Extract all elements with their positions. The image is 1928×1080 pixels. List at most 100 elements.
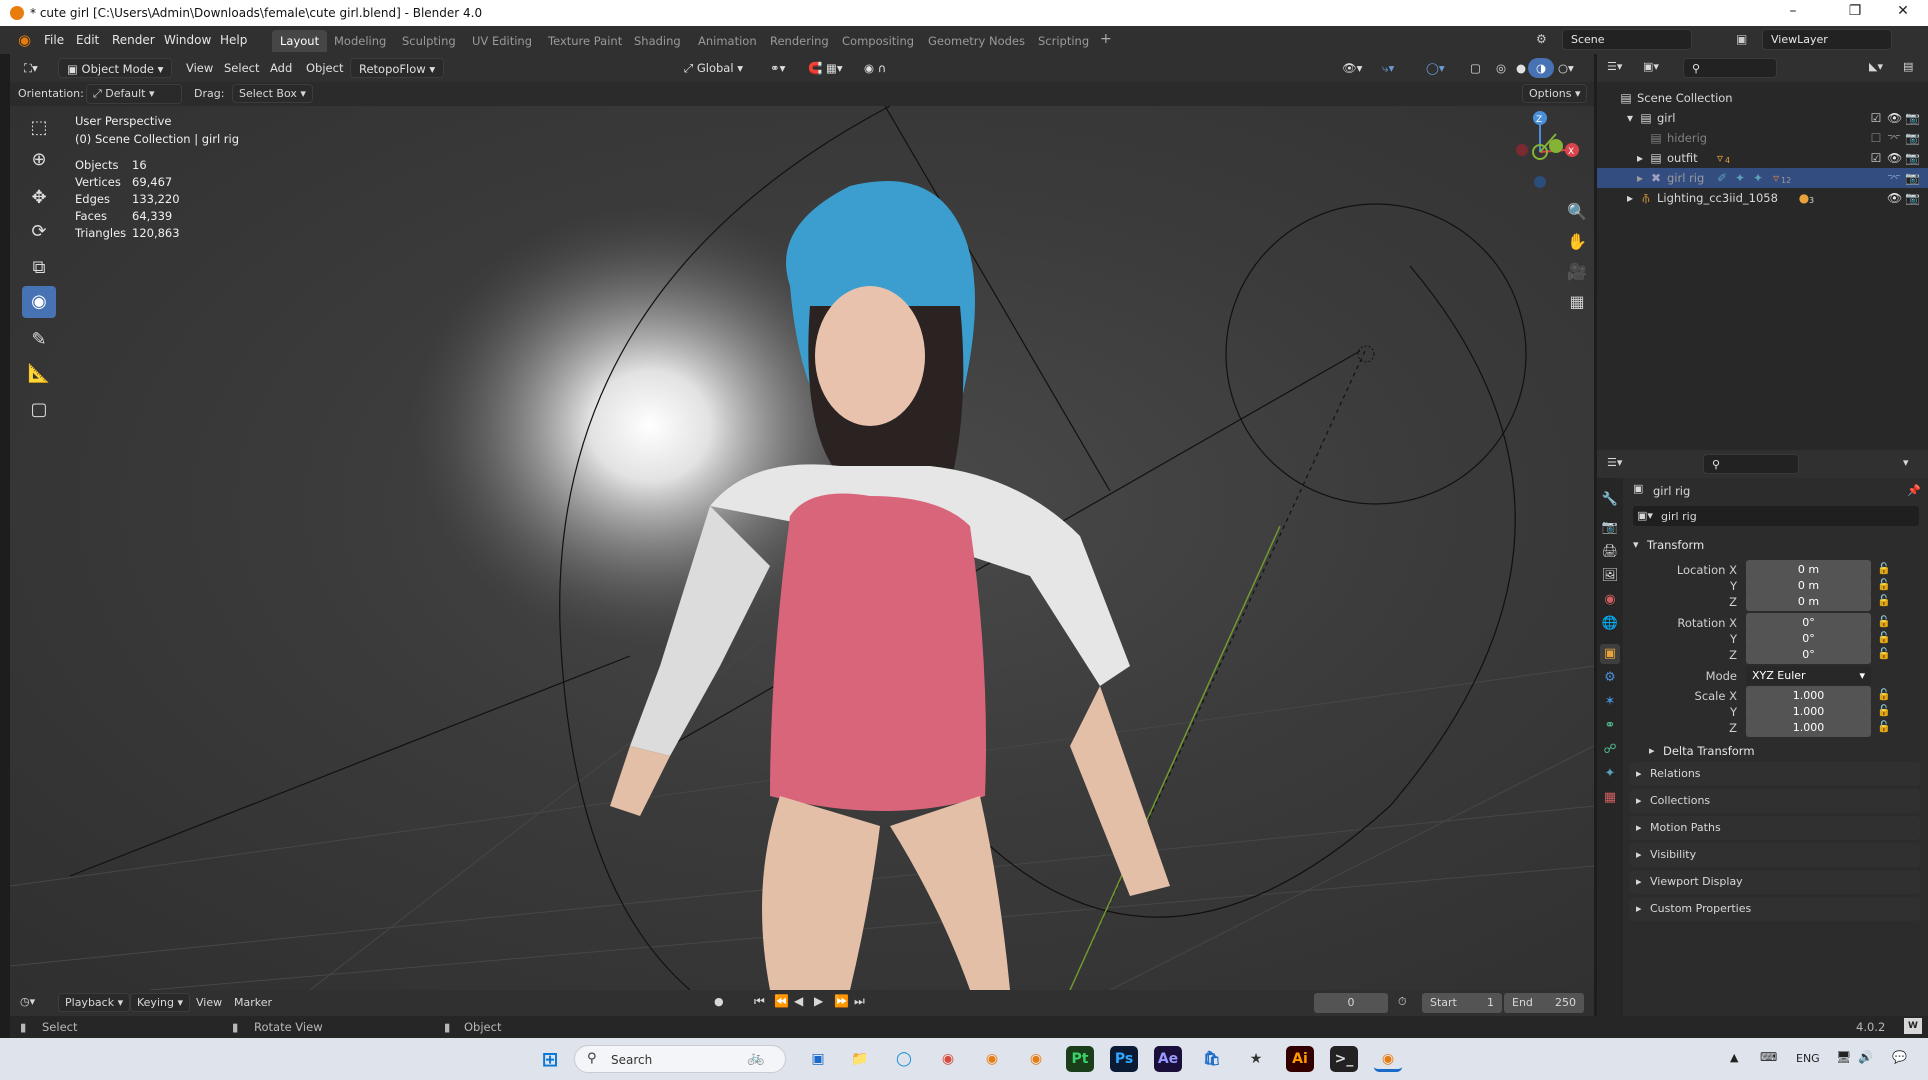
pin-icon[interactable]: 📌 xyxy=(1907,484,1921,497)
display-mode-icon[interactable]: ▣▾ xyxy=(1643,60,1659,73)
pivot-icon[interactable]: ⚭▾ xyxy=(762,58,793,78)
gizmo-icon[interactable]: ⤷▾ xyxy=(1374,58,1402,78)
outliner-row-outfit[interactable]: ▸ ▤ outfit ▿ 4 ☑ 👁 📷 xyxy=(1597,148,1928,168)
camera-view-icon[interactable]: 🎥 xyxy=(1562,258,1592,286)
checkbox-icon[interactable]: ☑ xyxy=(1869,111,1883,125)
eye-icon[interactable]: 👁 xyxy=(1887,191,1902,205)
lock-icon[interactable]: 🔓 xyxy=(1877,631,1891,644)
outliner-editor-icon[interactable]: ☰▾ xyxy=(1607,60,1622,73)
add-cube-tool-icon[interactable]: ▢ xyxy=(22,394,56,426)
stopwatch-icon[interactable]: ⏱ xyxy=(1398,995,1407,1009)
select-menu[interactable]: Select xyxy=(216,58,267,78)
current-frame-field[interactable]: 0 xyxy=(1314,993,1388,1013)
object-name-field[interactable]: ▣▾ girl rig xyxy=(1633,506,1919,526)
timeline-marker-menu[interactable]: Marker xyxy=(234,996,272,1009)
cursor-tool-icon[interactable]: ⊕ xyxy=(22,144,56,176)
rotation-z-field[interactable]: 0° xyxy=(1746,645,1871,664)
tray-chevron-up-icon[interactable]: ▲ xyxy=(1730,1051,1738,1064)
notification-icon[interactable]: W xyxy=(1904,1018,1922,1034)
scale-z-field[interactable]: 1.000 xyxy=(1746,718,1871,737)
properties-search-field[interactable]: ⚲ xyxy=(1703,454,1799,474)
constraints-tab-icon[interactable]: ☍ xyxy=(1600,740,1620,760)
overlays-icon[interactable]: ◯▾ xyxy=(1418,58,1453,78)
outliner-row-girl-rig[interactable]: ▸ ✖ girl rig ✐ ✦ ✦ ▿ 12 ⌤ 📷 xyxy=(1597,168,1928,188)
lock-icon[interactable]: 🔓 xyxy=(1877,704,1891,717)
windows-start-icon[interactable]: ⊞ xyxy=(536,1046,564,1072)
visibility-panel-header[interactable]: ▸ Visibility xyxy=(1630,843,1920,867)
properties-editor-icon[interactable]: ☰▾ xyxy=(1607,456,1622,469)
outliner-row-lighting[interactable]: ▸ ⫚ Lighting_cc3iid_1058 ● 3 👁 📷 xyxy=(1597,188,1928,208)
pycharm-icon[interactable]: Pt xyxy=(1066,1046,1094,1072)
chevron-right-icon[interactable]: ▸ xyxy=(1649,744,1655,757)
object-menu[interactable]: Object xyxy=(298,58,351,78)
viewlayer-field[interactable]: ViewLayer xyxy=(1762,29,1892,50)
scene-tab-icon[interactable]: ◉ xyxy=(1600,590,1620,610)
xray-icon[interactable]: ▢ xyxy=(1462,58,1489,78)
after-effects-icon[interactable]: Ae xyxy=(1154,1046,1182,1072)
blender-app-2-icon[interactable]: ◉ xyxy=(1022,1046,1050,1072)
lock-icon[interactable]: 🔓 xyxy=(1877,720,1891,733)
camera-icon[interactable]: 📷 xyxy=(1905,131,1920,145)
jump-start-icon[interactable]: ⏮ xyxy=(754,994,765,1009)
task-view-icon[interactable]: ▣ xyxy=(804,1046,832,1072)
menu-file[interactable]: File xyxy=(44,33,64,47)
zoom-icon[interactable]: 🔍 xyxy=(1562,198,1592,226)
blender-active-icon[interactable]: ◉ xyxy=(1374,1046,1402,1072)
blender-app-icon[interactable]: ◉ xyxy=(978,1046,1006,1072)
retopoflow-menu[interactable]: RetopoFlow ▾ xyxy=(350,58,445,78)
notifications-icon[interactable]: 💬 xyxy=(1892,1050,1907,1064)
eye-icon[interactable]: 👁 xyxy=(1887,151,1902,165)
taskbar-search-box[interactable]: ⚲ Search 🚲 xyxy=(574,1045,786,1073)
armature-data-tab-icon[interactable]: ✦ xyxy=(1600,764,1620,784)
close-button[interactable]: ✕ xyxy=(1880,3,1926,23)
lock-icon[interactable]: 🔓 xyxy=(1877,688,1891,701)
lock-icon[interactable]: 🔓 xyxy=(1877,647,1891,660)
network-icon[interactable]: 🖥 xyxy=(1836,1050,1851,1064)
relations-panel-header[interactable]: ▸ Relations xyxy=(1630,762,1920,786)
ortho-grid-icon[interactable]: ▦ xyxy=(1562,288,1592,316)
eye-closed-icon[interactable]: ⌤ xyxy=(1887,131,1901,145)
render-tab-icon[interactable]: 📷 xyxy=(1600,518,1620,538)
delta-transform-title[interactable]: Delta Transform xyxy=(1663,744,1755,758)
object-type-icon[interactable]: ▣▾ xyxy=(1637,509,1653,522)
lock-icon[interactable]: 🔓 xyxy=(1877,594,1891,607)
tab-rendering[interactable]: Rendering xyxy=(762,30,837,52)
tab-shading[interactable]: Shading xyxy=(626,30,689,52)
playback-dropdown[interactable]: Playback ▾ xyxy=(58,993,131,1012)
chrome-browser-icon[interactable]: ◉ xyxy=(934,1046,962,1072)
camera-icon[interactable]: 📷 xyxy=(1905,111,1920,125)
output-tab-icon[interactable]: 🖨 xyxy=(1600,542,1620,562)
file-explorer-icon[interactable]: 📁 xyxy=(846,1046,874,1072)
tab-compositing[interactable]: Compositing xyxy=(834,30,922,52)
expand-chevron-right-icon[interactable]: ▸ xyxy=(1623,191,1637,205)
restore-button[interactable]: ❐ xyxy=(1832,3,1878,23)
tab-uv-editing[interactable]: UV Editing xyxy=(464,30,540,52)
tab-geometry-nodes[interactable]: Geometry Nodes xyxy=(920,30,1033,52)
keyboard-icon[interactable]: ⌨ xyxy=(1760,1050,1777,1064)
scene-field[interactable]: Scene xyxy=(1562,29,1692,50)
rendered-shading-icon[interactable]: ○▾ xyxy=(1550,58,1582,78)
texture-tab-icon[interactable]: ▦ xyxy=(1600,788,1620,808)
move-tool-icon[interactable]: ✥ xyxy=(22,182,56,214)
view-layer-tab-icon[interactable]: 🖼 xyxy=(1600,566,1620,586)
edge-browser-icon[interactable]: ◯ xyxy=(890,1046,918,1072)
tab-sculpting[interactable]: Sculpting xyxy=(394,30,464,52)
visibility-icon[interactable]: 👁▾ xyxy=(1334,58,1370,78)
end-frame-field[interactable]: End 250 xyxy=(1504,993,1584,1013)
scene-icon[interactable]: ⚙ xyxy=(1536,32,1547,46)
play-reverse-icon[interactable]: ◀ xyxy=(794,994,803,1008)
minimize-button[interactable]: – xyxy=(1770,3,1816,23)
language-indicator[interactable]: ENG xyxy=(1796,1052,1820,1065)
view-menu[interactable]: View xyxy=(178,58,221,78)
camera-icon[interactable]: 📷 xyxy=(1905,171,1920,185)
expand-chevron-right-icon[interactable]: ▸ xyxy=(1633,171,1647,185)
menu-window[interactable]: Window xyxy=(164,33,211,47)
expand-chevron-down-icon[interactable]: ▾ xyxy=(1623,111,1637,125)
tool-tab-icon[interactable]: 🔧 xyxy=(1600,490,1620,510)
snap-icon[interactable]: 🧲 ▦▾ xyxy=(800,58,851,78)
outliner-row-hiderig[interactable]: ▤ hiderig ☐ ⌤ 📷 xyxy=(1597,128,1928,148)
chevron-down-icon[interactable]: ▾ xyxy=(1633,538,1639,551)
eye-icon[interactable]: 👁 xyxy=(1887,111,1902,125)
editor-type-icon[interactable]: ⛶▾ xyxy=(16,58,46,78)
menu-help[interactable]: Help xyxy=(220,33,247,47)
